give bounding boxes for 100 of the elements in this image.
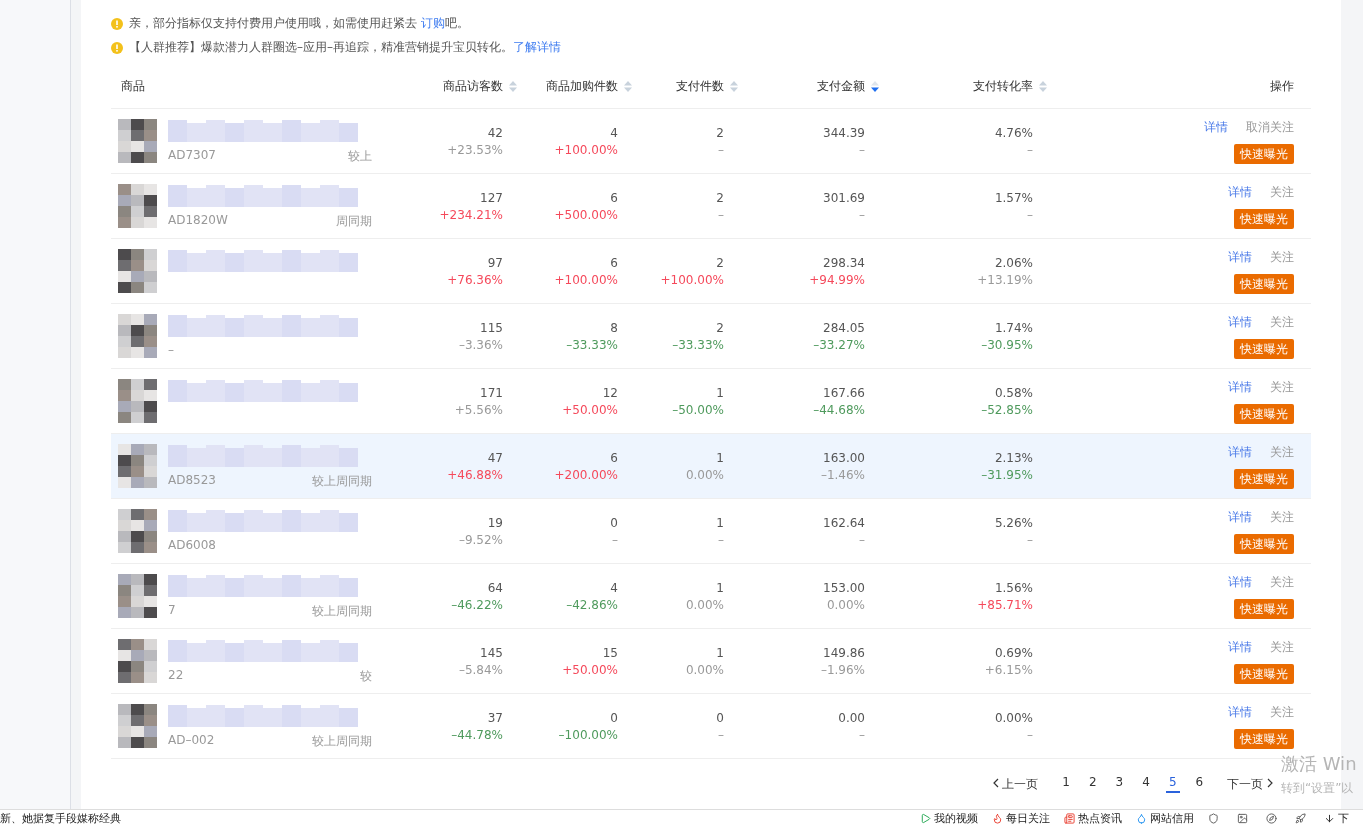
product-code: AD7307 bbox=[168, 148, 216, 163]
metric-value: 284.05 bbox=[823, 320, 865, 335]
follow-link[interactable]: 关注 bbox=[1270, 638, 1294, 656]
metric-value: 0 bbox=[610, 515, 618, 530]
column-header[interactable]: 商品加购件数 bbox=[546, 77, 618, 95]
detail-link[interactable]: 详情 bbox=[1204, 118, 1228, 136]
metric-value: 64 bbox=[487, 580, 503, 595]
detail-link[interactable]: 详情 bbox=[1228, 443, 1252, 461]
boost-button[interactable]: 快速曝光 bbox=[1234, 728, 1294, 749]
boost-button[interactable]: 快速曝光 bbox=[1234, 468, 1294, 489]
column-header[interactable]: 商品访客数 bbox=[443, 77, 503, 95]
metric-value: 1 bbox=[716, 645, 724, 660]
follow-link[interactable]: 关注 bbox=[1270, 703, 1294, 721]
follow-link[interactable]: 关注 bbox=[1270, 248, 1294, 266]
status-item[interactable]: 网站信用 bbox=[1150, 811, 1194, 826]
metric-value: 153.00 bbox=[823, 580, 865, 595]
metric-change: – bbox=[612, 532, 618, 547]
metric-change: 0.00% bbox=[685, 662, 724, 677]
metric-change: +85.71% bbox=[977, 597, 1033, 612]
download-label[interactable]: 下 bbox=[1338, 811, 1349, 826]
chevron-right-icon bbox=[1267, 777, 1273, 788]
page-number[interactable]: 3 bbox=[1112, 775, 1127, 794]
detail-link[interactable]: 详情 bbox=[1228, 573, 1252, 591]
boost-button[interactable]: 快速曝光 bbox=[1234, 273, 1294, 294]
sort-icon[interactable] bbox=[871, 80, 879, 92]
follow-link[interactable]: 取消关注 bbox=[1246, 118, 1294, 136]
status-item[interactable]: 热点资讯 bbox=[1078, 811, 1122, 826]
metric-change: +100.00% bbox=[554, 272, 618, 287]
notice-link[interactable]: 了解详情 bbox=[513, 40, 561, 55]
follow-link[interactable]: 关注 bbox=[1270, 313, 1294, 331]
metric-change: –1.46% bbox=[820, 467, 865, 482]
boost-button[interactable]: 快速曝光 bbox=[1234, 338, 1294, 359]
boost-button[interactable]: 快速曝光 bbox=[1234, 143, 1294, 164]
column-header[interactable]: 支付转化率 bbox=[973, 77, 1033, 95]
metric-value: 4 bbox=[610, 580, 618, 595]
follow-link[interactable]: 关注 bbox=[1270, 508, 1294, 526]
metric-value: 167.66 bbox=[823, 385, 865, 400]
notice-text: 亲，部分指标仅支持付费用户使用哦，如需使用赶紧去 订购吧。 bbox=[129, 15, 469, 33]
detail-link[interactable]: 详情 bbox=[1228, 703, 1252, 721]
detail-link[interactable]: 详情 bbox=[1228, 248, 1252, 266]
metric-value: 2 bbox=[716, 125, 724, 140]
metric-change: +23.53% bbox=[447, 142, 503, 157]
page-number[interactable]: 2 bbox=[1085, 775, 1100, 794]
metric-change: +46.88% bbox=[447, 467, 503, 482]
metric-change: +200.00% bbox=[554, 467, 618, 482]
metric-change: –52.85% bbox=[981, 402, 1033, 417]
metric-value: 344.39 bbox=[823, 125, 865, 140]
detail-link[interactable]: 详情 bbox=[1228, 183, 1252, 201]
metric-value: 2 bbox=[716, 255, 724, 270]
metric-change: +50.00% bbox=[562, 402, 618, 417]
metric-change: +100.00% bbox=[554, 142, 618, 157]
metric-value: 47 bbox=[487, 450, 503, 465]
metric-value: 1 bbox=[716, 450, 724, 465]
next-page-link[interactable]: 下一页 bbox=[1227, 775, 1273, 793]
detail-link[interactable]: 详情 bbox=[1228, 638, 1252, 656]
compass-icon[interactable] bbox=[1266, 813, 1277, 824]
boost-button[interactable]: 快速曝光 bbox=[1234, 598, 1294, 619]
follow-link[interactable]: 关注 bbox=[1270, 378, 1294, 396]
metric-value: 8 bbox=[610, 320, 618, 335]
page-number[interactable]: 6 bbox=[1192, 775, 1207, 794]
rocket-icon[interactable] bbox=[1295, 813, 1306, 824]
shield-icon[interactable] bbox=[1208, 813, 1219, 824]
metric-change: –44.78% bbox=[451, 727, 503, 742]
metric-value: 171 bbox=[480, 385, 503, 400]
product-code: AD6008 bbox=[168, 538, 216, 553]
compare-label: 较上周同期 bbox=[312, 473, 372, 488]
product-code: 22 bbox=[168, 668, 184, 683]
detail-link[interactable]: 详情 bbox=[1228, 508, 1252, 526]
page-number[interactable]: 5 bbox=[1165, 775, 1180, 794]
metric-value: 1.74% bbox=[994, 320, 1033, 335]
product-code: 7 bbox=[168, 603, 176, 618]
status-item[interactable]: 每日关注 bbox=[1006, 811, 1050, 826]
follow-link[interactable]: 关注 bbox=[1270, 183, 1294, 201]
follow-link[interactable]: 关注 bbox=[1270, 443, 1294, 461]
column-header[interactable]: 支付件数 bbox=[676, 77, 724, 95]
metric-value: 115 bbox=[480, 320, 503, 335]
detail-link[interactable]: 详情 bbox=[1228, 378, 1252, 396]
metric-change: – bbox=[859, 142, 865, 157]
boost-button[interactable]: 快速曝光 bbox=[1234, 403, 1294, 424]
image-icon[interactable] bbox=[1237, 813, 1248, 824]
follow-link[interactable]: 关注 bbox=[1270, 573, 1294, 591]
metric-change: –46.22% bbox=[451, 597, 503, 612]
column-header[interactable]: 支付金额 bbox=[817, 77, 865, 95]
boost-button[interactable]: 快速曝光 bbox=[1234, 533, 1294, 554]
metric-value: 2 bbox=[716, 190, 724, 205]
detail-link[interactable]: 详情 bbox=[1228, 313, 1252, 331]
metric-change: – bbox=[1027, 727, 1033, 742]
news-ticker[interactable]: 新、她据复手段媒称经典 bbox=[0, 811, 920, 826]
product-code: – bbox=[168, 343, 174, 358]
notice-link[interactable]: 订购 bbox=[420, 16, 445, 31]
boost-button[interactable]: 快速曝光 bbox=[1234, 208, 1294, 229]
status-item[interactable]: 我的视频 bbox=[934, 811, 978, 826]
boost-button[interactable]: 快速曝光 bbox=[1234, 663, 1294, 684]
page-number[interactable]: 4 bbox=[1139, 775, 1153, 794]
metric-value: 2 bbox=[716, 320, 724, 335]
download-icon[interactable] bbox=[1324, 813, 1335, 824]
metric-value: 127 bbox=[480, 190, 503, 205]
warning-icon bbox=[111, 18, 123, 30]
prev-page-link[interactable]: 上一页 bbox=[992, 775, 1039, 793]
page-number[interactable]: 1 bbox=[1059, 775, 1073, 794]
